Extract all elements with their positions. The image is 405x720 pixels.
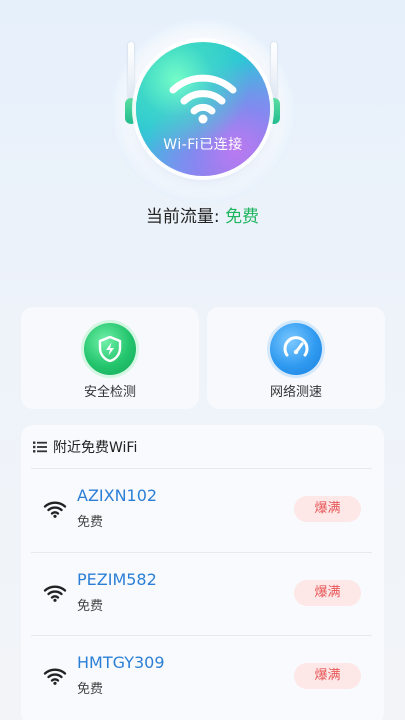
wifi-price: 免费 xyxy=(77,599,104,614)
security-check-card[interactable]: 安全检测 xyxy=(21,307,199,409)
current-traffic: 当前流量: 免费 xyxy=(0,202,405,227)
speed-test-card[interactable]: 网络测速 xyxy=(207,307,385,409)
shield-lightning-icon xyxy=(84,323,136,375)
crowded-badge: 爆满 xyxy=(294,496,361,522)
wifi-icon xyxy=(43,668,67,685)
speedometer-icon xyxy=(270,323,322,375)
wifi-home-screen: Wi-Fi已连接 当前流量: 免费 安全检测 网络测速 附近免费WiFi AZI… xyxy=(0,0,405,720)
speed-test-label: 网络测速 xyxy=(269,385,322,400)
wifi-status-hero: Wi-Fi已连接 当前流量: 免费 xyxy=(0,0,405,300)
traffic-value: 免费 xyxy=(225,207,260,227)
wifi-icon xyxy=(169,74,237,124)
security-check-label: 安全检测 xyxy=(83,385,136,400)
wifi-price: 免费 xyxy=(77,515,104,530)
list-icon xyxy=(33,441,47,453)
wifi-price: 免费 xyxy=(77,682,104,697)
wifi-list-item[interactable]: HMTGY309 免费 爆满 xyxy=(21,635,384,717)
wifi-icon xyxy=(43,501,67,518)
wifi-icon xyxy=(43,585,67,602)
wifi-list-item[interactable]: PEZIM582 免费 爆满 xyxy=(21,552,384,634)
crowded-badge: 爆满 xyxy=(294,580,361,606)
nearby-wifi-title-text: 附近免费WiFi xyxy=(53,440,138,456)
wifi-ssid: HMTGY309 xyxy=(77,653,165,672)
wifi-status-button[interactable]: Wi-Fi已连接 xyxy=(136,42,270,176)
traffic-label: 当前流量: xyxy=(145,207,226,227)
wifi-list-item[interactable]: AZIXN102 免费 爆满 xyxy=(21,468,384,550)
wifi-ssid: PEZIM582 xyxy=(77,570,157,589)
crowded-badge: 爆满 xyxy=(294,663,361,689)
nearby-wifi-title: 附近免费WiFi xyxy=(33,437,137,457)
nearby-wifi-list: 附近免费WiFi AZIXN102 免费 爆满 PEZIM582 免费 爆满 H… xyxy=(21,425,384,720)
wifi-ssid: AZIXN102 xyxy=(77,486,158,505)
wifi-status-text: Wi-Fi已连接 xyxy=(163,137,243,153)
